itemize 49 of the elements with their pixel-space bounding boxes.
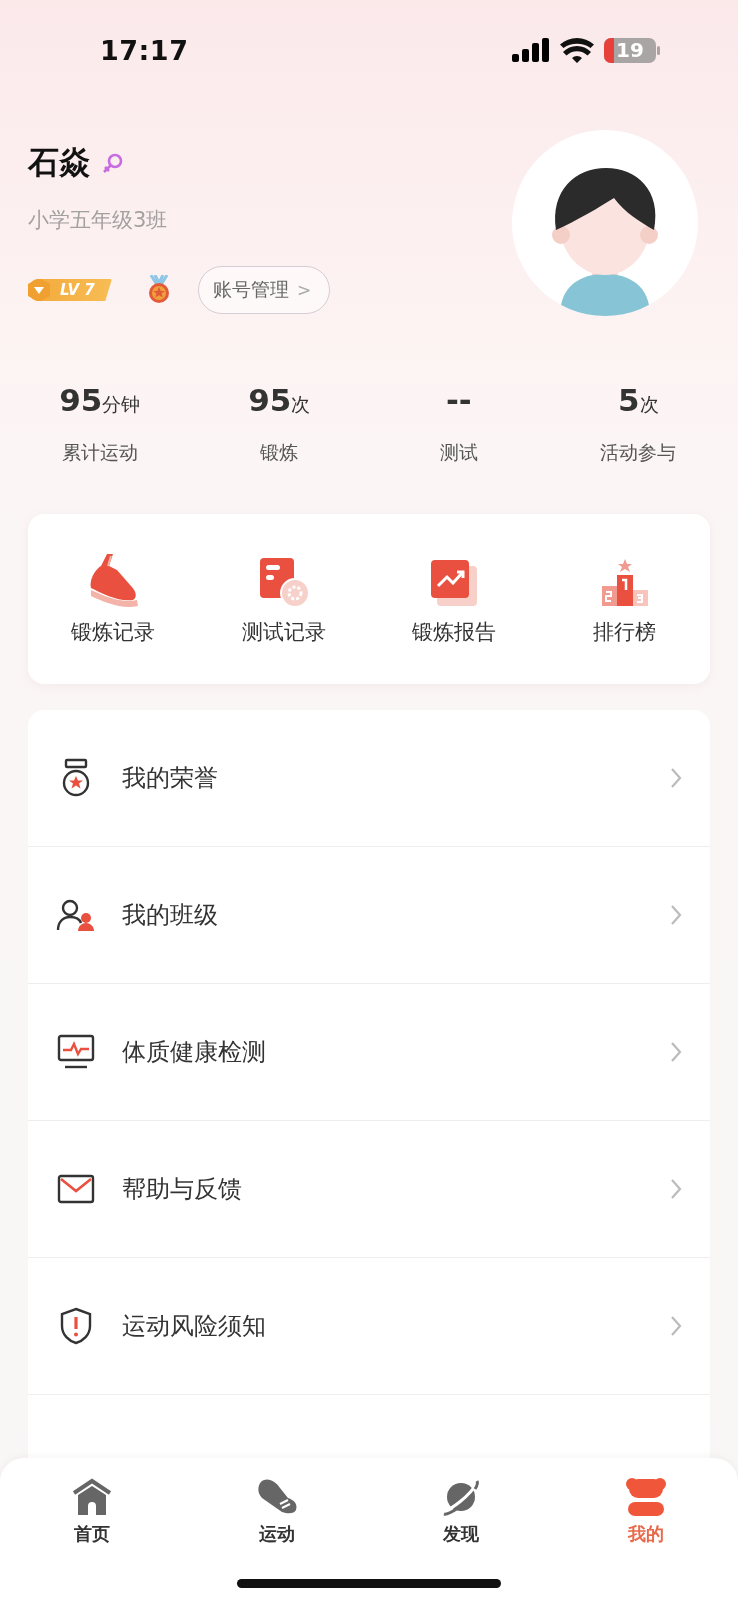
- shortcut-item[interactable]: 测试记录: [198, 552, 369, 646]
- class-name: 小学五年级3班: [28, 207, 169, 234]
- stat-value: 95: [248, 382, 292, 418]
- chevron-right-icon: [670, 1178, 682, 1200]
- home-icon: [72, 1477, 113, 1517]
- menu-item[interactable]: 我的班级: [28, 847, 710, 984]
- menu-item[interactable]: 我的荣誉: [28, 710, 710, 847]
- stat-value: 5: [617, 382, 640, 418]
- stat-label: 活动参与: [600, 440, 677, 465]
- shortcut-item[interactable]: 锻炼记录: [28, 552, 199, 646]
- mail-icon: [57, 1174, 95, 1204]
- tab-item[interactable]: 运动: [184, 1476, 369, 1546]
- chevron-right-icon: [670, 1315, 682, 1337]
- menu-item[interactable]: 体质健康检测: [28, 984, 710, 1121]
- stat-label: 锻炼: [260, 440, 299, 465]
- chart-report-icon: [429, 558, 480, 608]
- stat-unit: 分钟: [102, 393, 141, 417]
- tab-item[interactable]: 首页: [0, 1476, 185, 1546]
- medal-icon: [146, 275, 172, 305]
- shortcut-item[interactable]: 排行榜: [539, 552, 710, 646]
- stat-label: 累计运动: [61, 440, 138, 465]
- user-group-icon: [56, 898, 96, 932]
- shortcut-item[interactable]: 锻炼报告: [369, 552, 540, 646]
- account-management-button[interactable]: 账号管理 >: [198, 266, 331, 314]
- chevron-right-icon: [670, 1041, 682, 1063]
- sneaker-icon: [255, 1478, 298, 1516]
- shield-icon: [59, 1307, 93, 1345]
- bear-icon: [624, 1477, 667, 1517]
- stat-label: 测试: [439, 440, 478, 465]
- chevron-right-icon: [670, 904, 682, 926]
- podium-icon: [599, 558, 650, 608]
- female-icon: [102, 152, 124, 174]
- stat-unit: 次: [639, 392, 659, 417]
- battery-icon: [604, 37, 660, 63]
- menu-item[interactable]: 帮助与反馈: [28, 1121, 710, 1258]
- monitor-pulse-icon: [57, 1034, 95, 1070]
- stat-value: 95: [59, 382, 103, 418]
- level-badge: LV 7: [28, 279, 112, 301]
- stat-unit: 次: [291, 392, 311, 417]
- stat-value: --: [445, 382, 472, 418]
- signal-icon: [512, 38, 550, 62]
- tab-item[interactable]: 发现: [369, 1476, 554, 1546]
- chevron-right-icon: [670, 767, 682, 789]
- user-name: 石焱: [28, 143, 90, 182]
- record-icon: [257, 556, 310, 608]
- menu-item[interactable]: 运动风险须知: [28, 1258, 710, 1395]
- status-time: 17:17: [100, 34, 189, 66]
- wifi-icon: [560, 37, 594, 63]
- battery-level: 19: [616, 38, 644, 62]
